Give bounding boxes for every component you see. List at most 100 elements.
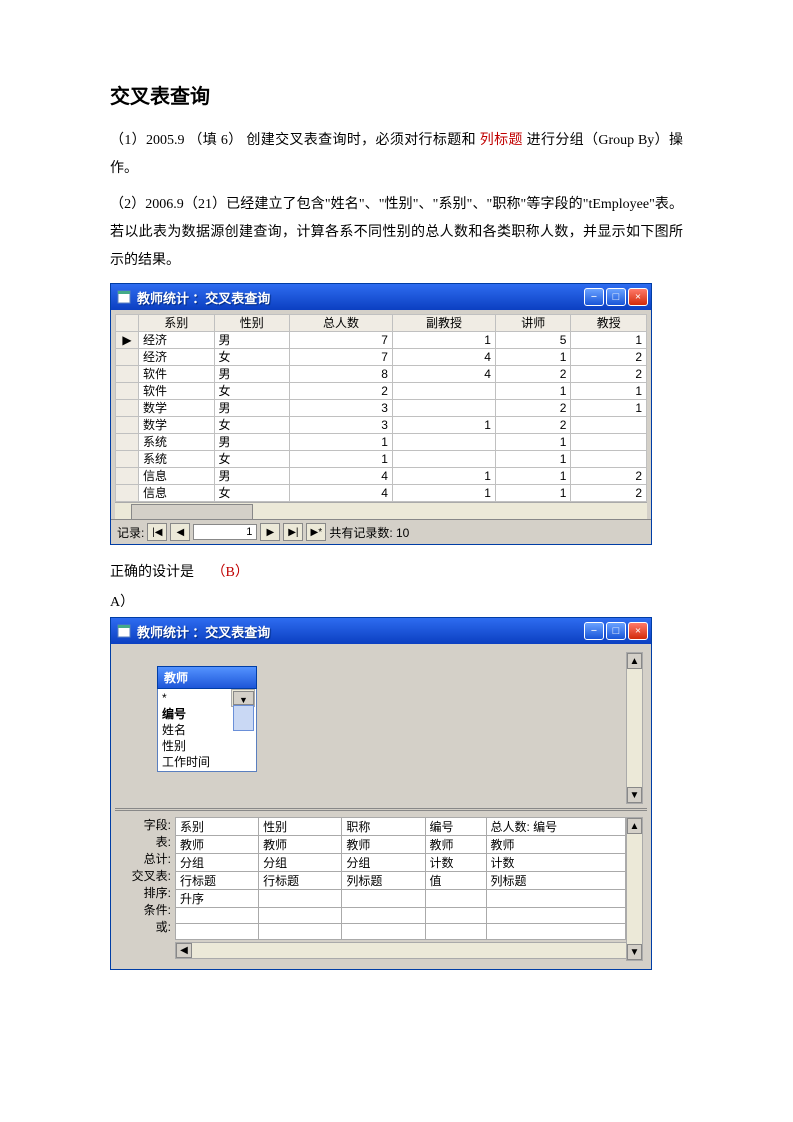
cell[interactable]: 2 — [571, 485, 647, 502]
cell[interactable]: 1 — [495, 349, 571, 366]
table-row[interactable]: 数学男321 — [116, 400, 647, 417]
table-row[interactable]: 信息男4112 — [116, 468, 647, 485]
qbe-cell[interactable] — [425, 908, 486, 924]
column-header[interactable]: 总人数 — [290, 315, 393, 332]
table-row[interactable]: ▶经济男7151 — [116, 332, 647, 349]
close-button[interactable]: × — [628, 288, 648, 306]
qbe-cell[interactable] — [176, 908, 259, 924]
row-selector[interactable] — [116, 400, 139, 417]
cell[interactable]: 1 — [290, 451, 393, 468]
nav-first-button[interactable]: |◀ — [147, 523, 167, 541]
cell[interactable]: 经济 — [139, 349, 215, 366]
table-row[interactable]: 软件女211 — [116, 383, 647, 400]
cell[interactable]: 1 — [495, 468, 571, 485]
table-row[interactable]: 数学女312 — [116, 417, 647, 434]
nav-record-input[interactable] — [193, 524, 257, 540]
field-item[interactable]: 工作时间 — [158, 754, 256, 770]
table-row[interactable]: 系统男11 — [116, 434, 647, 451]
row-selector[interactable] — [116, 417, 139, 434]
cell[interactable]: 1 — [290, 434, 393, 451]
cell[interactable]: 2 — [495, 417, 571, 434]
table-row[interactable]: 信息女4112 — [116, 485, 647, 502]
qbe-vertical-scrollbar[interactable]: ▲ ▼ — [626, 817, 643, 961]
row-selector[interactable] — [116, 485, 139, 502]
titlebar[interactable]: 教师统计 ：交叉表查询 − □ × — [111, 618, 651, 644]
qbe-cell[interactable]: 教师 — [259, 836, 342, 854]
qbe-cell[interactable] — [342, 924, 425, 940]
column-header[interactable]: 副教授 — [392, 315, 495, 332]
cell[interactable]: 女 — [214, 417, 290, 434]
column-header[interactable]: 系别 — [139, 315, 215, 332]
qbe-cell[interactable]: 计数 — [425, 854, 486, 872]
qbe-cell[interactable]: 升序 — [176, 890, 259, 908]
qbe-cell[interactable]: 分组 — [176, 854, 259, 872]
qbe-cell[interactable] — [486, 908, 626, 924]
cell[interactable]: 信息 — [139, 485, 215, 502]
cell[interactable]: 1 — [392, 332, 495, 349]
row-selector[interactable] — [116, 349, 139, 366]
qbe-cell[interactable]: 计数 — [486, 854, 626, 872]
cell[interactable]: 女 — [214, 451, 290, 468]
qbe-cell[interactable] — [259, 924, 342, 940]
qbe-cell[interactable]: 职称 — [342, 818, 425, 836]
cell[interactable]: 软件 — [139, 383, 215, 400]
cell[interactable]: 4 — [290, 468, 393, 485]
row-selector[interactable]: ▶ — [116, 332, 139, 349]
field-list-scrollbar[interactable]: ▲ ▼ — [231, 689, 255, 707]
cell[interactable]: 8 — [290, 366, 393, 383]
nav-prev-button[interactable]: ◀ — [170, 523, 190, 541]
cell[interactable]: 男 — [214, 366, 290, 383]
cell[interactable]: 系统 — [139, 434, 215, 451]
cell[interactable]: 2 — [571, 366, 647, 383]
cell[interactable]: 5 — [495, 332, 571, 349]
cell[interactable]: 数学 — [139, 400, 215, 417]
minimize-button[interactable]: − — [584, 622, 604, 640]
qbe-cell[interactable] — [259, 908, 342, 924]
cell[interactable]: 男 — [214, 434, 290, 451]
row-selector[interactable] — [116, 451, 139, 468]
minimize-button[interactable]: − — [584, 288, 604, 306]
cell[interactable] — [392, 434, 495, 451]
cell[interactable]: 1 — [571, 400, 647, 417]
cell[interactable] — [392, 400, 495, 417]
table-field-list[interactable]: 教师 *编号姓名性别工作时间 ▲ ▼ — [157, 666, 257, 772]
row-selector[interactable] — [116, 383, 139, 400]
cell[interactable] — [571, 417, 647, 434]
maximize-button[interactable]: □ — [606, 288, 626, 306]
column-header[interactable]: 教授 — [571, 315, 647, 332]
qbe-cell[interactable] — [342, 908, 425, 924]
table-row[interactable]: 软件男8422 — [116, 366, 647, 383]
cell[interactable] — [392, 451, 495, 468]
cell[interactable]: 男 — [214, 332, 290, 349]
cell[interactable]: 2 — [495, 366, 571, 383]
qbe-cell[interactable]: 列标题 — [342, 872, 425, 890]
cell[interactable]: 男 — [214, 468, 290, 485]
cell[interactable]: 2 — [495, 400, 571, 417]
cell[interactable]: 1 — [392, 485, 495, 502]
horizontal-scrollbar[interactable] — [115, 502, 647, 519]
qbe-cell[interactable]: 性别 — [259, 818, 342, 836]
qbe-cell[interactable]: 编号 — [425, 818, 486, 836]
qbe-cell[interactable]: 分组 — [342, 854, 425, 872]
pane-vertical-scrollbar[interactable]: ▲ ▼ — [626, 652, 643, 804]
qbe-cell[interactable]: 值 — [425, 872, 486, 890]
cell[interactable]: 4 — [392, 366, 495, 383]
cell[interactable]: 信息 — [139, 468, 215, 485]
qbe-cell[interactable]: 分组 — [259, 854, 342, 872]
qbe-cell[interactable]: 行标题 — [176, 872, 259, 890]
cell[interactable]: 1 — [392, 468, 495, 485]
table-row[interactable]: 经济女7412 — [116, 349, 647, 366]
cell[interactable]: 1 — [495, 383, 571, 400]
cell[interactable]: 3 — [290, 400, 393, 417]
cell[interactable]: 4 — [290, 485, 393, 502]
cell[interactable]: 7 — [290, 332, 393, 349]
cell[interactable]: 3 — [290, 417, 393, 434]
table-row[interactable]: 系统女11 — [116, 451, 647, 468]
cell[interactable]: 1 — [495, 485, 571, 502]
qbe-cell[interactable]: 系别 — [176, 818, 259, 836]
qbe-cell[interactable] — [176, 924, 259, 940]
row-selector[interactable] — [116, 468, 139, 485]
qbe-cell[interactable]: 教师 — [486, 836, 626, 854]
qbe-cell[interactable] — [425, 890, 486, 908]
qbe-cell[interactable]: 列标题 — [486, 872, 626, 890]
